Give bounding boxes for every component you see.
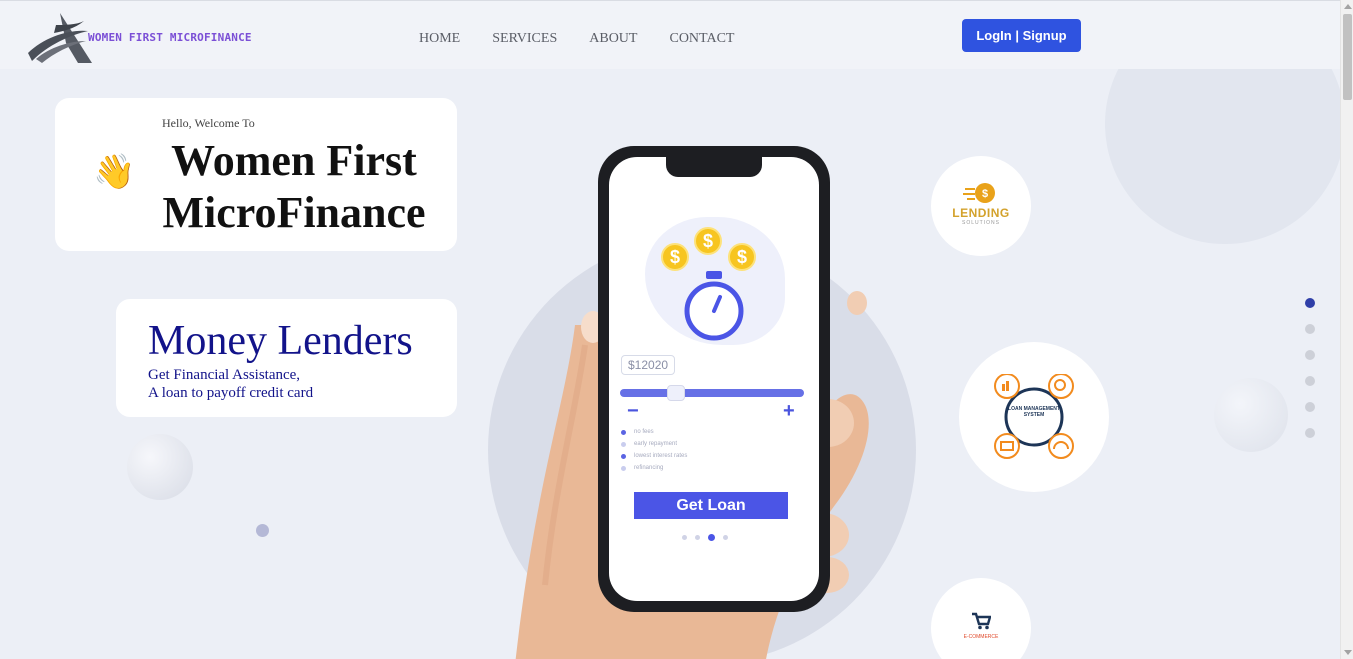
money-lenders-subtitle-1: Get Financial Assistance,	[148, 367, 301, 383]
screen-dot	[723, 535, 728, 540]
screen-dot-active	[708, 534, 715, 541]
nav-about[interactable]: ABOUT	[589, 31, 637, 47]
decor-bubble-left	[127, 434, 193, 500]
vertical-scrollbar[interactable]	[1340, 0, 1353, 659]
nav-contact[interactable]: CONTACT	[669, 31, 734, 47]
lending-solutions-badge[interactable]: $ LENDING SOLUTIONS	[931, 156, 1031, 256]
hero-title-line1: Women First	[171, 136, 417, 185]
scroll-up-arrow-icon[interactable]	[1344, 4, 1352, 9]
hero-title: Women First MicroFinance	[162, 135, 426, 239]
money-lenders-title: Money Lenders	[148, 318, 413, 364]
screen-dot	[682, 535, 687, 540]
increase-icon: +	[783, 400, 795, 422]
lending-logo-icon: $	[963, 183, 995, 203]
loan-amount-chip: $12020	[621, 355, 676, 375]
waving-hand-icon: 👋	[93, 154, 136, 191]
pager-dot[interactable]	[1305, 402, 1315, 412]
decor-dot	[256, 524, 269, 537]
loan-management-label: LOAN MANAGEMENT SYSTEM	[1008, 406, 1060, 418]
pager-dot[interactable]	[1305, 428, 1315, 438]
svg-text:$: $	[982, 188, 988, 200]
loan-amount-slider	[620, 389, 804, 397]
lending-sublabel: SOLUTIONS	[962, 220, 1000, 226]
pager-dot-active[interactable]	[1305, 298, 1315, 308]
get-loan-button: Get Loan	[634, 492, 788, 519]
screen-carousel-dots	[682, 534, 728, 541]
hero-title-line2: MicroFinance	[162, 188, 426, 237]
loan-option: early repayment	[621, 441, 677, 447]
loan-option: no fees	[621, 429, 654, 435]
pager-dot[interactable]	[1305, 350, 1315, 360]
logo-icon[interactable]	[26, 11, 96, 65]
scrollbar-thumb[interactable]	[1343, 14, 1352, 100]
decrease-icon: −	[627, 400, 639, 422]
phone-screen: $ $ $ $12020 − + no fees early repayment…	[609, 157, 819, 601]
nav-home[interactable]: HOME	[419, 31, 460, 47]
pager-dot[interactable]	[1305, 376, 1315, 386]
ecommerce-label: E-COMMERCE	[963, 634, 999, 640]
dollar-coin-icon: $	[694, 227, 722, 255]
shopping-cart-icon	[972, 612, 991, 630]
nav-services[interactable]: SERVICES	[492, 31, 557, 47]
phone-notch	[666, 157, 762, 177]
pager-dot[interactable]	[1305, 324, 1315, 334]
site-header: WOMEN FIRST MICROFINANCE HOME SERVICES A…	[0, 0, 1340, 69]
slider-knob	[667, 385, 685, 401]
loan-management-system-badge[interactable]: LOAN MANAGEMENT SYSTEM	[959, 342, 1109, 492]
phone-mockup: $ $ $ $12020 − + no fees early repayment…	[598, 146, 830, 612]
page: WOMEN FIRST MICROFINANCE HOME SERVICES A…	[0, 0, 1340, 659]
login-signup-button[interactable]: LogIn | Signup	[962, 19, 1081, 52]
money-lenders-subtitle-2: A loan to payoff credit card	[148, 385, 314, 401]
loan-option: refinancing	[621, 465, 663, 471]
section-pagination	[1305, 298, 1315, 438]
ecommerce-badge[interactable]: E-COMMERCE	[931, 578, 1031, 659]
decor-bubble-right	[1214, 378, 1288, 452]
scroll-down-arrow-icon[interactable]	[1344, 650, 1352, 655]
brand-name[interactable]: WOMEN FIRST MICROFINANCE	[88, 31, 252, 44]
loan-option: lowest interest rates	[621, 453, 687, 459]
screen-dot	[695, 535, 700, 540]
main-nav: HOME SERVICES ABOUT CONTACT	[419, 31, 766, 47]
stopwatch-icon	[684, 271, 744, 341]
welcome-greeting: Hello, Welcome To	[162, 116, 255, 130]
lending-label: LENDING	[952, 206, 1010, 220]
